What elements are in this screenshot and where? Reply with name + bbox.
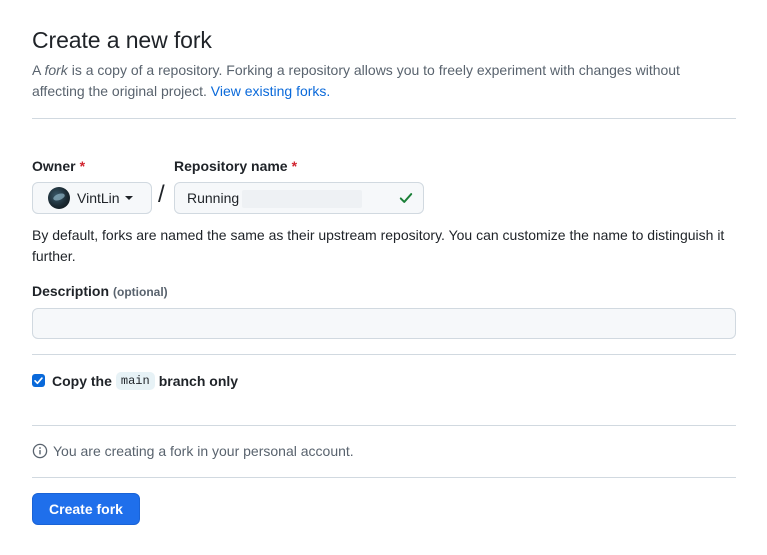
divider bbox=[32, 477, 736, 478]
avatar bbox=[48, 187, 70, 209]
description-label: Description (optional) bbox=[32, 283, 168, 299]
subtitle-text: A bbox=[32, 62, 45, 78]
subtitle-emphasis: fork bbox=[44, 62, 68, 78]
subtitle-text-rest: is a copy of a repository. Forking a rep… bbox=[32, 62, 680, 99]
page-subtitle: A fork is a copy of a repository. Forkin… bbox=[32, 60, 732, 101]
description-input[interactable] bbox=[32, 308, 736, 339]
redacted-region bbox=[242, 190, 362, 208]
info-icon bbox=[32, 443, 48, 459]
repository-name-hint: By default, forks are named the same as … bbox=[32, 227, 725, 264]
copy-branch-label-before: Copy the bbox=[52, 373, 112, 389]
create-fork-button[interactable]: Create fork bbox=[32, 493, 140, 525]
notice-text: You are creating a fork in your personal… bbox=[53, 443, 354, 459]
chevron-down-icon bbox=[124, 196, 133, 200]
divider bbox=[32, 425, 736, 426]
owner-select-button[interactable]: VintLin bbox=[32, 182, 152, 214]
copy-main-branch-checkbox[interactable] bbox=[32, 374, 45, 387]
owner-label-text: Owner bbox=[32, 158, 76, 174]
check-icon bbox=[34, 377, 43, 385]
copy-branch-label-after: branch only bbox=[158, 373, 239, 389]
personal-account-notice: You are creating a fork in your personal… bbox=[32, 443, 354, 459]
repository-name-label: Repository name * bbox=[174, 158, 297, 174]
owner-label: Owner * bbox=[32, 158, 85, 174]
page-title: Create a new fork bbox=[32, 27, 212, 53]
copy-branch-label[interactable]: Copy the main branch only bbox=[52, 372, 238, 390]
owner-repo-separator: / bbox=[158, 181, 165, 208]
optional-tag: (optional) bbox=[113, 285, 168, 299]
divider bbox=[32, 118, 736, 119]
description-label-text: Description bbox=[32, 283, 110, 299]
check-icon bbox=[399, 193, 413, 203]
branch-name-code: main bbox=[115, 372, 155, 390]
divider bbox=[32, 354, 736, 355]
required-mark: * bbox=[291, 158, 298, 174]
repository-label-text: Repository name bbox=[174, 158, 288, 174]
owner-name: VintLin bbox=[77, 190, 120, 206]
view-existing-forks-link[interactable]: View existing forks. bbox=[211, 83, 331, 99]
required-mark: * bbox=[79, 158, 86, 174]
